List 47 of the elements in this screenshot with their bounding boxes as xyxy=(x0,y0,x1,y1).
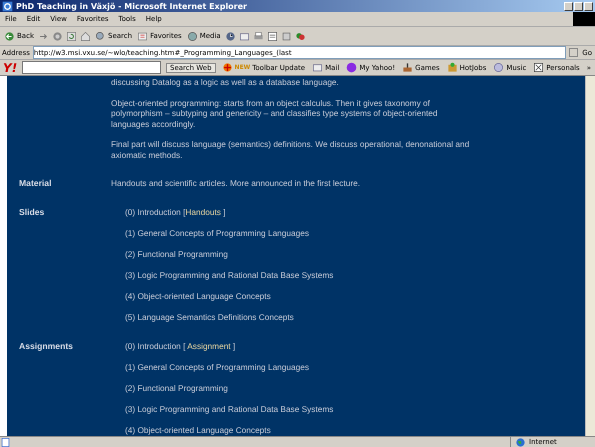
section-label: Material xyxy=(18,178,52,189)
list-item: (4) Object-oriented Language Concepts xyxy=(125,425,272,436)
link[interactable]: Handouts xyxy=(185,207,221,217)
maximize-button[interactable] xyxy=(574,2,583,10)
back-icon[interactable] xyxy=(4,30,15,42)
joystick-icon[interactable] xyxy=(402,62,414,73)
list-item: (1) General Concepts of Programming Languages xyxy=(125,228,310,239)
close-button[interactable] xyxy=(584,2,593,10)
list-item: (5) Language Semantics Definitions Concepts xyxy=(125,312,295,323)
link[interactable]: Assignment xyxy=(187,341,231,351)
clock-icon[interactable] xyxy=(224,30,236,42)
list-item: (2) Functional Programming xyxy=(125,249,229,260)
list-item: (2) Functional Programming xyxy=(125,383,229,394)
paragraph: discussing Datalog as a logic as well as a database language. xyxy=(111,77,340,88)
document-icon[interactable] xyxy=(266,30,278,42)
dropdown-button[interactable] xyxy=(569,48,578,57)
yahoo-logo[interactable]: Y! xyxy=(3,60,18,74)
circle-icon[interactable] xyxy=(346,62,358,73)
envelope-icon[interactable] xyxy=(312,62,324,73)
media-icon[interactable] xyxy=(186,30,198,42)
list-item: (1) General Concepts of Programming Languages xyxy=(125,362,310,373)
cross-box-icon[interactable] xyxy=(533,62,544,73)
section-label: Slides xyxy=(18,207,46,219)
paragraph: Object-oriented programming: starts from an object calculus. Then it gives taxonomy of polymorphism – subtyping and genericity – and classifies type systems of object-oriented languages accordingly. xyxy=(111,98,439,129)
list-item: (0) Introduction [ Assignment ] xyxy=(125,341,236,352)
disc-icon[interactable] xyxy=(493,62,504,73)
globe-icon xyxy=(515,436,526,447)
list-item: Handouts and scientific articles. More announced in the first lecture. xyxy=(111,178,362,189)
paragraph: Final part will discuss language (semantics) definitions. We discuss operational, denonational and axiomatic methods. xyxy=(111,139,470,160)
envelope-icon[interactable] xyxy=(238,30,250,42)
search-field[interactable] xyxy=(22,61,161,74)
browser-icon xyxy=(2,0,13,12)
section-label: Assignments xyxy=(18,341,74,353)
minimize-button[interactable] xyxy=(564,2,573,10)
list-item: (4) Object-oriented Language Concepts xyxy=(125,291,272,302)
page-icon xyxy=(0,436,11,447)
home-icon[interactable] xyxy=(80,30,91,42)
stop-icon[interactable] xyxy=(52,30,63,42)
search-icon[interactable] xyxy=(95,30,106,42)
list-item: (0) Introduction [Handouts ] xyxy=(125,207,227,218)
list-item: (3) Logic Programming and Rational Data Base Systems xyxy=(125,270,334,281)
plus-icon[interactable] xyxy=(222,62,233,73)
list-item: (3) Logic Programming and Rational Data Base Systems xyxy=(125,404,334,415)
printer-icon[interactable] xyxy=(252,30,264,42)
window-title: PhD Teaching in Växjö - Microsoft Internet Explorer xyxy=(16,2,247,10)
favorites-icon[interactable] xyxy=(137,30,148,42)
refresh-icon[interactable] xyxy=(66,30,77,42)
